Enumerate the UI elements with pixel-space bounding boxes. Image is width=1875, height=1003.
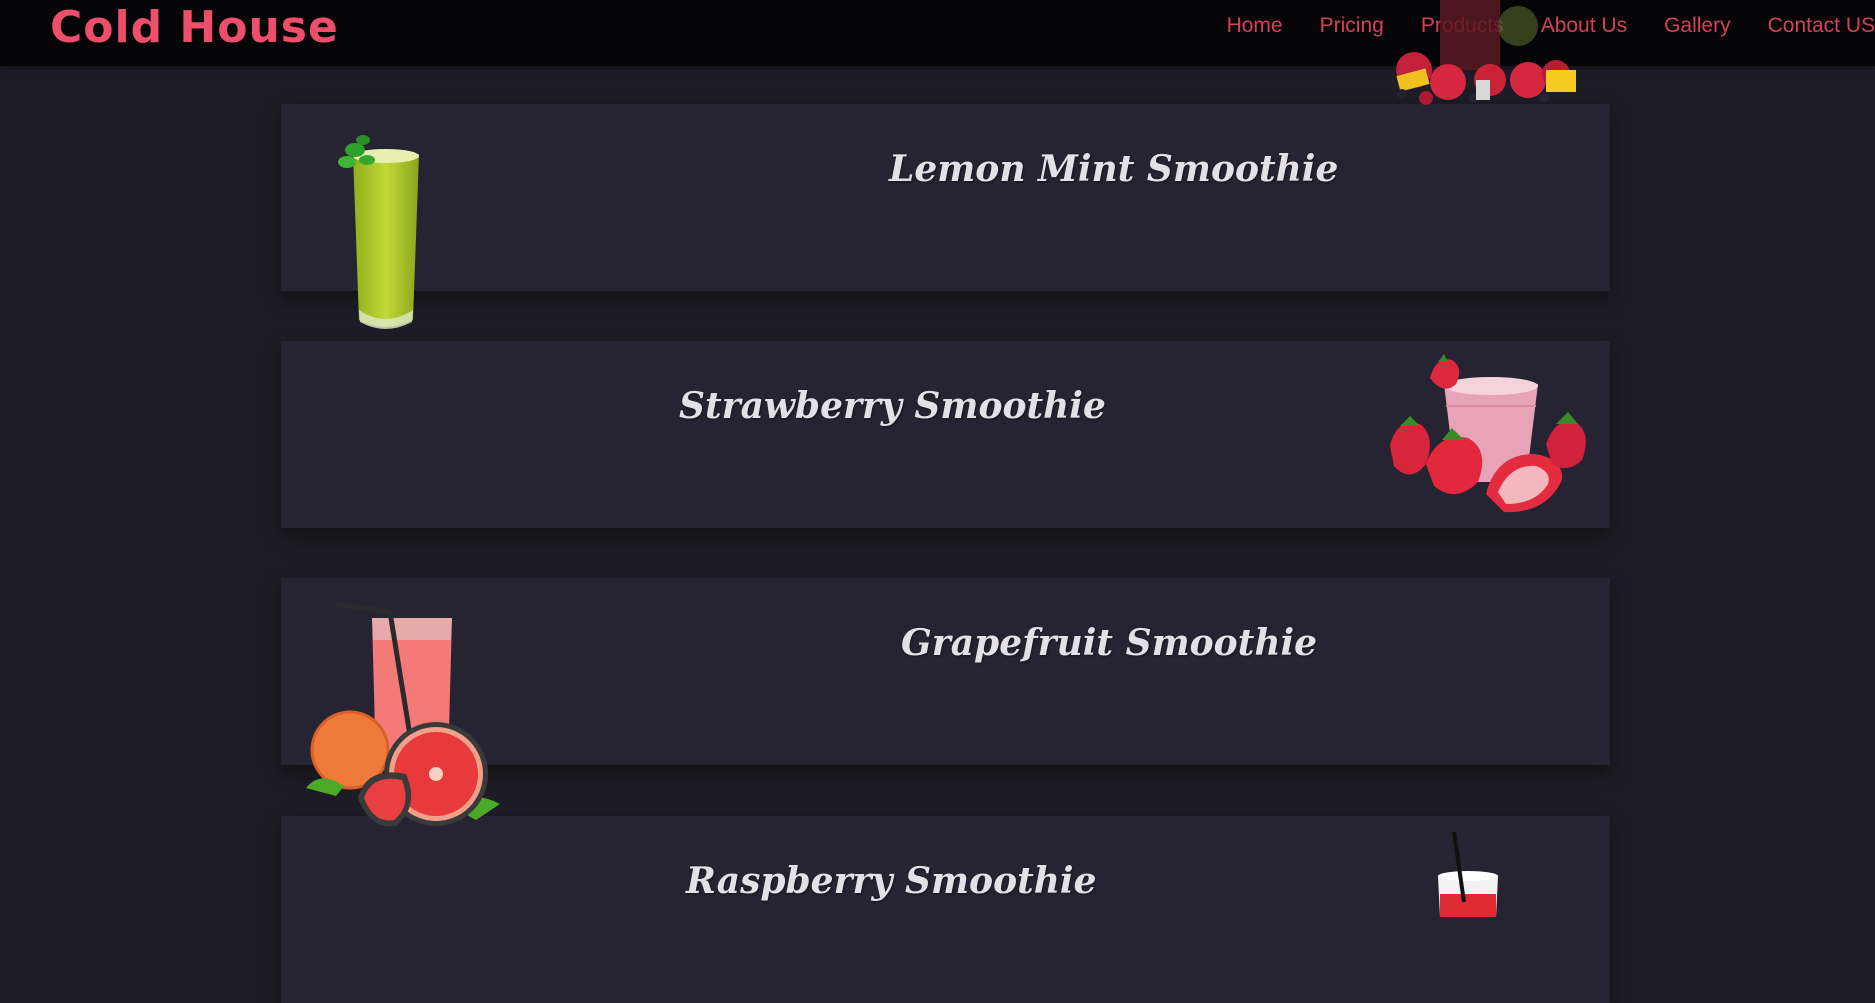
strawberry-smoothie-image <box>1390 354 1586 513</box>
brand-logo[interactable]: Cold House <box>50 2 339 53</box>
product-card: Lemon Mint Smoothie <box>281 104 1610 291</box>
nav-contact-us[interactable]: Contact US <box>1768 14 1875 38</box>
product-title: Lemon Mint Smoothie <box>889 148 1339 190</box>
lemon-mint-smoothie-image <box>338 135 419 329</box>
product-title: Grapefruit Smoothie <box>901 622 1318 664</box>
nav-gallery[interactable]: Gallery <box>1664 14 1731 38</box>
nav-home[interactable]: Home <box>1227 14 1283 38</box>
product-card: Raspberry Smoothie <box>281 816 1610 1003</box>
navbar: Cold House Home Pricing Products About U… <box>0 0 1875 66</box>
nav-pricing[interactable]: Pricing <box>1320 14 1384 38</box>
product-title: Raspberry Smoothie <box>686 860 1097 902</box>
mixed-fruit-image <box>1396 0 1576 105</box>
product-title: Strawberry Smoothie <box>679 385 1106 427</box>
grapefruit-smoothie-image <box>306 601 500 827</box>
raspberry-smoothie-image <box>1438 832 1498 917</box>
